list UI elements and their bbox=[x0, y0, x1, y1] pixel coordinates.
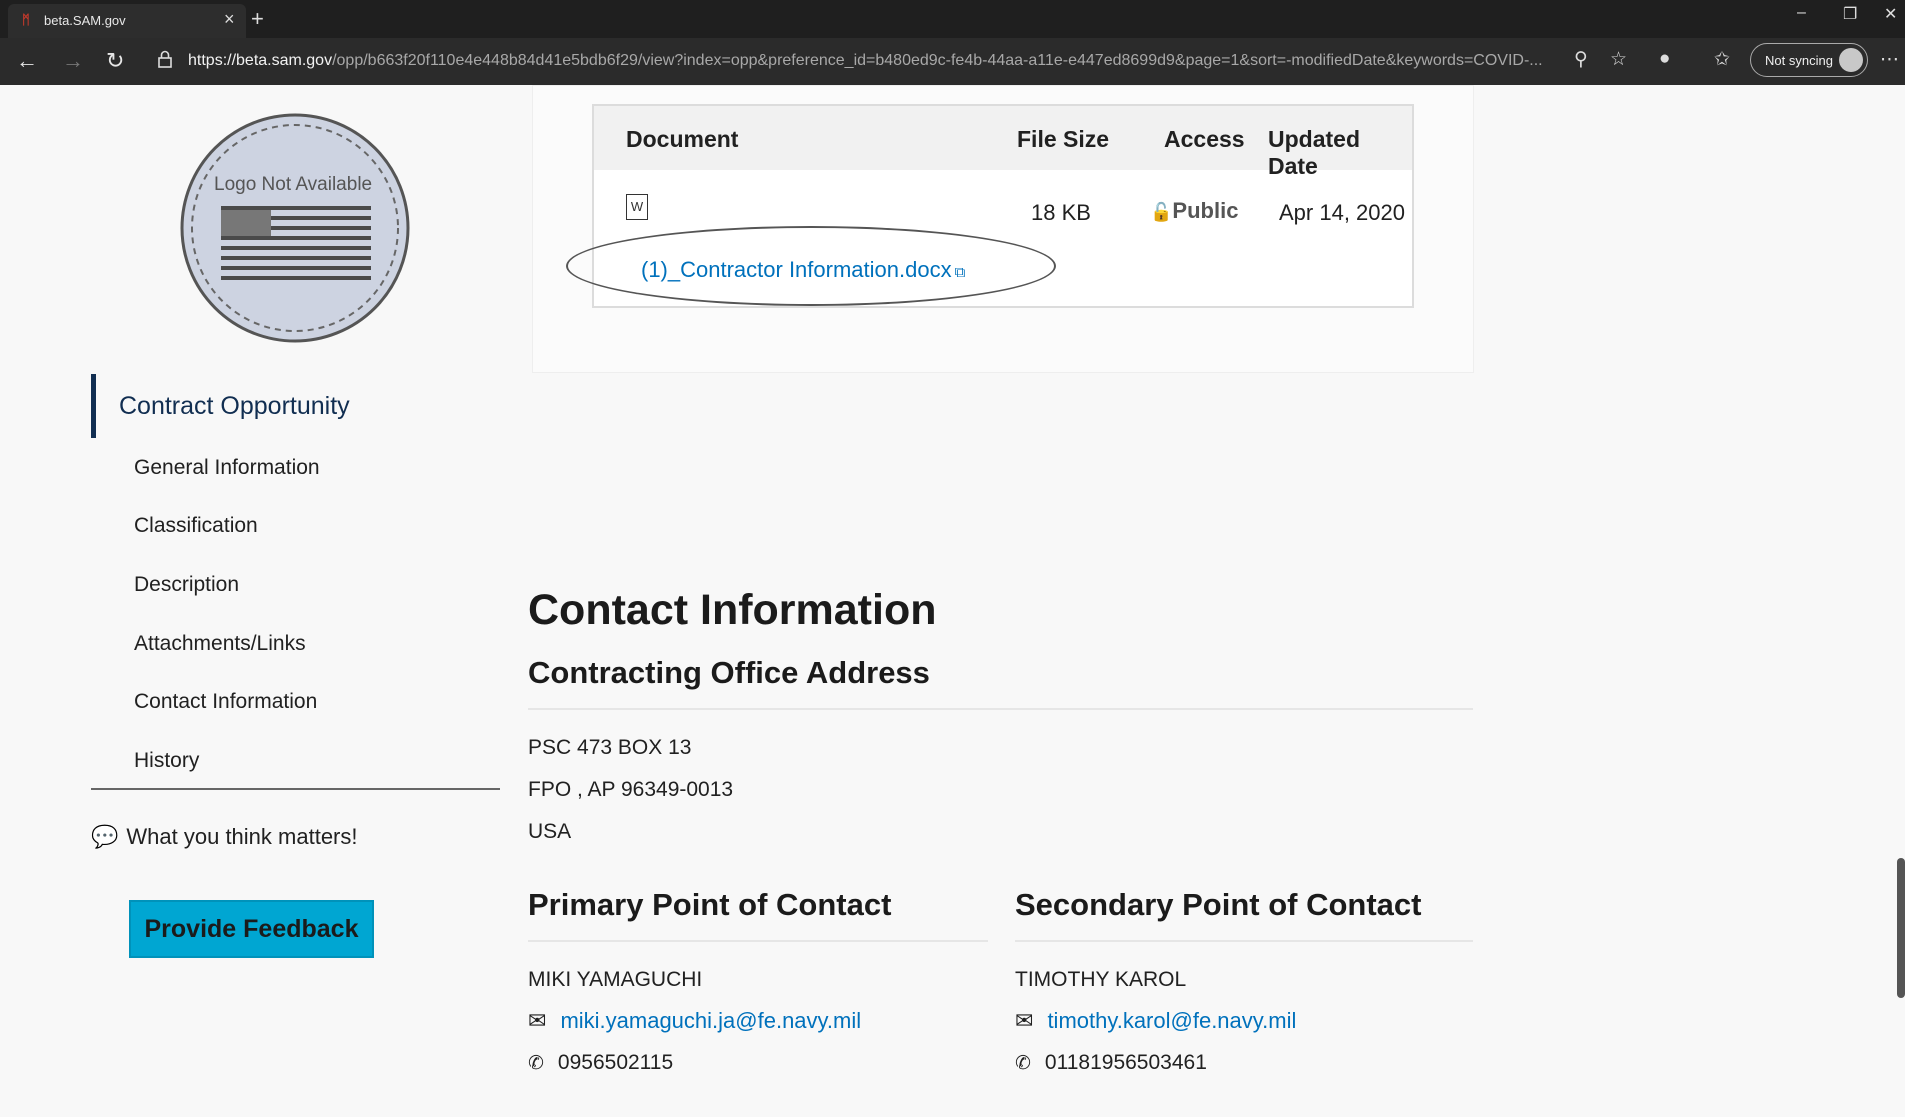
secondary-contact-email[interactable]: ✉ timothy.karol@fe.navy.mil bbox=[1015, 1008, 1296, 1034]
chat-bubbles-icon: 💬 bbox=[91, 824, 119, 849]
feedback-prompt-text: What you think matters! bbox=[126, 824, 358, 849]
sidebar-item-attachments-links[interactable]: Attachments/Links bbox=[134, 632, 306, 656]
agency-seal-icon bbox=[180, 113, 410, 343]
sidebar-divider bbox=[91, 788, 500, 790]
document-link-text[interactable]: (1)_Contractor Information.docx bbox=[641, 257, 952, 282]
address-line-3: USA bbox=[528, 820, 572, 843]
active-nav-indicator bbox=[91, 374, 96, 438]
table-header: Document File Size Access Updated Date bbox=[594, 106, 1412, 179]
secondary-phone-number: 01181956503461 bbox=[1044, 1051, 1207, 1074]
primary-contact-heading: Primary Point of Contact bbox=[528, 887, 892, 922]
document-download-link[interactable]: (1)_Contractor Information.docx ⧉ bbox=[641, 257, 965, 283]
avatar bbox=[1839, 48, 1863, 72]
address-line-1: PSC 473 BOX 13 bbox=[528, 736, 692, 759]
tab-title: beta.SAM.gov bbox=[44, 13, 126, 28]
minimize-icon[interactable]: – bbox=[1797, 4, 1806, 22]
url-text: https://beta.sam.gov/opp/b663f20f110e4e4… bbox=[188, 52, 1543, 69]
access-label: Public bbox=[1172, 198, 1239, 223]
column-header-document[interactable]: Document bbox=[626, 126, 738, 153]
back-icon[interactable]: ← bbox=[16, 48, 38, 74]
new-tab-icon[interactable]: + bbox=[251, 6, 264, 32]
updated-date-cell: Apr 14, 2020 bbox=[1279, 200, 1405, 225]
file-size-cell: 18 KB bbox=[1031, 200, 1091, 225]
browser-titlebar: ᛗ beta.SAM.gov × + – ❐ ✕ bbox=[0, 0, 1905, 38]
sidebar-item-general-information[interactable]: General Information bbox=[134, 456, 320, 480]
office-address-heading: Contracting Office Address bbox=[528, 655, 930, 690]
section-divider bbox=[528, 708, 1473, 710]
phone-icon: ✆ bbox=[1015, 1053, 1031, 1074]
logo-placeholder-text: Logo Not Available bbox=[214, 174, 373, 195]
sync-button[interactable]: Not syncing bbox=[1750, 43, 1868, 77]
primary-contact-name: MIKI YAMAGUCHI bbox=[528, 968, 703, 991]
primary-contact-phone: ✆ 0956502115 bbox=[528, 1051, 673, 1075]
secondary-contact-heading: Secondary Point of Contact bbox=[1015, 887, 1422, 922]
column-header-access[interactable]: Access bbox=[1164, 126, 1245, 153]
favorite-star-icon[interactable]: ☆ bbox=[1610, 48, 1627, 71]
column-header-file-size[interactable]: File Size bbox=[1017, 126, 1109, 153]
primary-email-link[interactable]: miki.yamaguchi.ja@fe.navy.mil bbox=[560, 1008, 861, 1033]
sync-label: Not syncing bbox=[1765, 53, 1833, 68]
address-bar[interactable]: https://beta.sam.gov/opp/b663f20f110e4e4… bbox=[148, 44, 1583, 78]
address-line-2: FPO , AP 96349-0013 bbox=[528, 778, 734, 801]
close-tab-icon[interactable]: × bbox=[224, 9, 235, 30]
secondary-contact-name: TIMOTHY KAROL bbox=[1015, 968, 1187, 991]
primary-contact-email[interactable]: ✉ miki.yamaguchi.ja@fe.navy.mil bbox=[528, 1008, 861, 1034]
envelope-icon: ✉ bbox=[528, 1008, 547, 1033]
favorites-list-icon[interactable]: ✩ bbox=[1714, 48, 1730, 71]
restore-icon[interactable]: ❐ bbox=[1843, 4, 1857, 24]
browser-tab[interactable]: ᛗ beta.SAM.gov × bbox=[8, 4, 246, 38]
contact-section-title: Contact Information bbox=[528, 586, 937, 634]
zoom-icon[interactable]: ⚲ bbox=[1574, 48, 1588, 71]
sidebar-item-history[interactable]: History bbox=[134, 749, 199, 773]
window-close-icon[interactable]: ✕ bbox=[1884, 4, 1897, 24]
provide-feedback-button[interactable]: Provide Feedback bbox=[129, 900, 374, 958]
access-cell: 🔓Public bbox=[1150, 198, 1238, 224]
sidebar-item-classification[interactable]: Classification bbox=[134, 514, 258, 538]
secondary-contact-phone: ✆ 01181956503461 bbox=[1015, 1051, 1207, 1075]
secondary-contact-divider bbox=[1015, 940, 1473, 942]
browser-toolbar: ← → ↻ https://beta.sam.gov/opp/b663f20f1… bbox=[0, 38, 1905, 85]
sidebar-item-description[interactable]: Description bbox=[134, 573, 239, 597]
external-link-icon: ⧉ bbox=[954, 264, 966, 281]
envelope-icon: ✉ bbox=[1015, 1008, 1034, 1033]
phone-icon: ✆ bbox=[528, 1053, 544, 1074]
favicon-icon: ᛗ bbox=[22, 12, 30, 27]
refresh-icon[interactable]: ↻ bbox=[106, 48, 124, 74]
primary-contact-divider bbox=[528, 940, 988, 942]
sidebar-title[interactable]: Contract Opportunity bbox=[119, 392, 350, 421]
feedback-prompt: 💬 What you think matters! bbox=[91, 824, 358, 850]
word-document-icon: W bbox=[626, 194, 648, 220]
forward-icon[interactable]: → bbox=[62, 48, 84, 74]
lock-icon bbox=[158, 50, 172, 68]
column-header-updated-date[interactable]: Updated Date bbox=[1268, 126, 1412, 180]
unlock-icon: 🔓 bbox=[1150, 202, 1173, 222]
more-menu-icon[interactable]: ⋯ bbox=[1880, 48, 1899, 71]
secondary-email-link[interactable]: timothy.karol@fe.navy.mil bbox=[1047, 1008, 1296, 1033]
extension-icon[interactable]: ● bbox=[1659, 48, 1670, 70]
scrollbar-thumb[interactable] bbox=[1897, 858, 1905, 998]
sidebar-item-contact-information[interactable]: Contact Information bbox=[134, 690, 317, 714]
primary-phone-number: 0956502115 bbox=[557, 1051, 674, 1074]
